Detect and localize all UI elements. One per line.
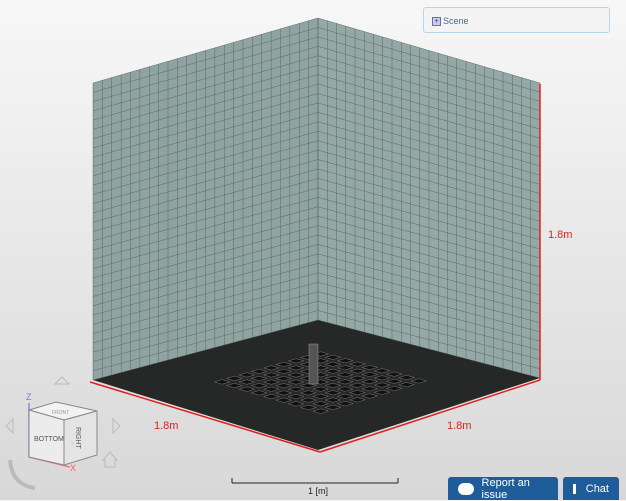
nav-arrow-left[interactable] (5, 417, 14, 435)
scene-panel[interactable]: + Scene (423, 7, 610, 33)
axis-x-label: X (70, 463, 76, 473)
dimension-label-left: 1.8m (154, 420, 179, 432)
nav-arrow-up[interactable] (53, 376, 71, 385)
3d-viewport[interactable]: Z X Y FRONT BOTTOM RIGHT (0, 0, 626, 500)
report-issue-button[interactable]: Report an issue (448, 477, 558, 501)
camera-icon (458, 482, 474, 495)
scene-label: Scene (443, 16, 469, 26)
dimension-label-height: 1.8m (548, 229, 573, 241)
center-column (308, 343, 319, 385)
axis-z-label: Z (26, 392, 32, 402)
plus-box-icon[interactable]: + (432, 17, 441, 27)
dimension-label-right: 1.8m (447, 420, 472, 432)
home-icon[interactable] (101, 451, 119, 468)
cube-face-bottom[interactable]: BOTTOM (34, 436, 64, 443)
rotate-icon[interactable] (8, 459, 36, 490)
scale-bar-label: 1 [m] (308, 486, 329, 496)
chat-button[interactable]: Chat (563, 477, 619, 500)
view-cube[interactable]: Z X Y FRONT BOTTOM RIGHT (5, 376, 121, 490)
nav-arrow-right[interactable] (112, 417, 121, 435)
cube-face-front: FRONT (52, 410, 69, 416)
cube-face-right[interactable]: RIGHT (74, 427, 81, 450)
chat-icon (573, 483, 576, 494)
